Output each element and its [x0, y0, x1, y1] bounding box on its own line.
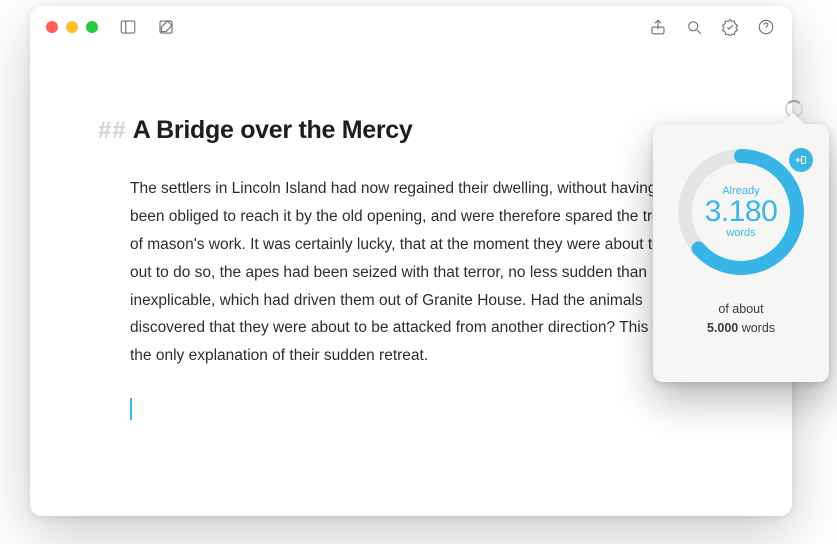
goal-of-about-label: of about	[718, 302, 763, 316]
window-controls	[46, 21, 98, 33]
share-icon[interactable]	[648, 17, 668, 37]
progress-ring: Already 3.180 words	[671, 142, 811, 282]
word-count-value: 3.180	[705, 195, 778, 229]
zoom-window-button[interactable]	[86, 21, 98, 33]
heading-row: ## A Bridge over the Mercy	[130, 116, 692, 145]
document-body[interactable]: The settlers in Lincoln Island had now r…	[130, 175, 692, 370]
document-title[interactable]: A Bridge over the Mercy	[133, 116, 413, 145]
close-window-button[interactable]	[46, 21, 58, 33]
compose-icon[interactable]	[156, 17, 176, 37]
word-count-unit: words	[726, 227, 755, 239]
markdown-heading-marker: ##	[98, 117, 127, 145]
search-icon[interactable]	[684, 17, 704, 37]
goal-target-value: 5.000	[707, 321, 738, 335]
goal-badge-icon[interactable]	[720, 17, 740, 37]
minimize-window-button[interactable]	[66, 21, 78, 33]
writing-goal-popover: Already 3.180 words of about 5.000 words	[653, 124, 829, 382]
sidebar-toggle-icon[interactable]	[118, 17, 138, 37]
text-cursor	[130, 398, 132, 420]
share-goal-button[interactable]	[789, 148, 813, 172]
goal-target-unit: words	[742, 321, 775, 335]
help-icon[interactable]	[756, 17, 776, 37]
goal-target-text: of about 5.000 words	[707, 300, 775, 338]
titlebar	[30, 6, 792, 48]
